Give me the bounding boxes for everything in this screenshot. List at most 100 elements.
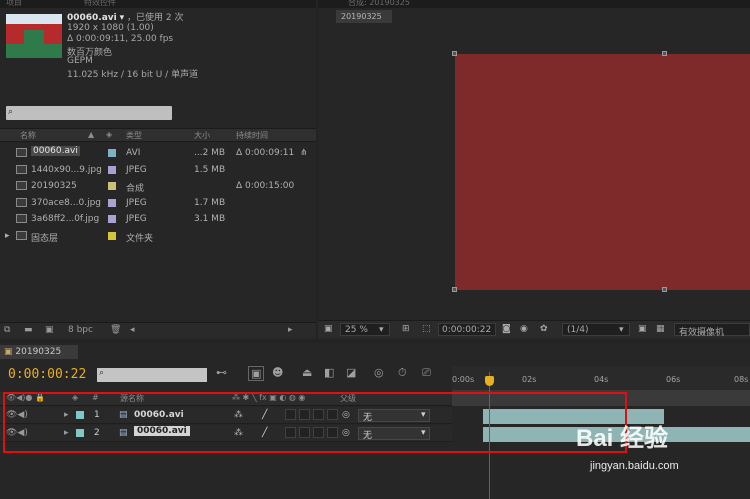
column-duration[interactable]: 持续时间: [236, 130, 268, 141]
red-highlight-box: [3, 392, 627, 453]
ruler-tick-label: 06s: [666, 375, 681, 384]
timeline-tab-label: 20190325: [15, 347, 62, 357]
transparency-grid-icon[interactable]: ▦: [656, 324, 665, 334]
always-preview-icon[interactable]: ▣: [324, 324, 333, 334]
column-size[interactable]: 大小: [194, 130, 210, 141]
hide-shy-layers-icon[interactable]: ☻: [272, 366, 283, 379]
timer-icon[interactable]: ⏱: [398, 366, 407, 380]
file-row[interactable]: 1440x90...9.jpg JPEG 1.5 MB: [0, 162, 316, 178]
project-panel: 项目 特效控件 00060.avi ▾ ，已使用 2 次 1920 x 1080…: [0, 0, 316, 340]
file-name: 固态层: [31, 233, 59, 244]
timeline-comp-tab[interactable]: ▣ 20190325: [0, 345, 78, 359]
selected-file-title: 00060.avi ▾ ，已使用 2 次: [67, 10, 184, 23]
frame-blending-icon[interactable]: ⏏: [302, 366, 312, 379]
file-row[interactable]: 370ace8...0.jpg JPEG 1.7 MB: [0, 195, 316, 211]
camera-dropdown[interactable]: 有效摄像机: [674, 323, 750, 338]
file-row[interactable]: ▸ 固态层 文件夹: [0, 228, 316, 244]
scroll-left-icon[interactable]: ◂: [130, 325, 135, 335]
file-type: JPEG: [126, 164, 147, 175]
label-color-swatch[interactable]: [108, 149, 116, 157]
transform-handle[interactable]: [452, 287, 457, 292]
viewer-timecode[interactable]: 0:00:00:22: [438, 323, 496, 336]
ruler-tick-label: 04s: [594, 375, 609, 384]
region-of-interest-icon[interactable]: ▣: [638, 324, 647, 334]
column-type[interactable]: 类型: [126, 130, 142, 141]
show-snapshot-icon[interactable]: ◉: [520, 324, 528, 334]
scroll-right-icon[interactable]: ▸: [288, 325, 293, 335]
label-color-swatch[interactable]: [108, 182, 116, 190]
file-icon: [16, 148, 27, 157]
file-duration: Δ 0:00:15:00: [236, 181, 295, 191]
scene-photo-placeholder: [455, 54, 750, 290]
label-color-swatch[interactable]: [108, 231, 116, 240]
comp-mini-flowchart-icon[interactable]: ⊷: [216, 366, 227, 379]
ruler-tick-label: 0:00s: [452, 375, 475, 384]
transform-handle[interactable]: [662, 51, 667, 56]
file-row[interactable]: 3a68ff2...0f.jpg JPEG 3.1 MB: [0, 211, 316, 227]
viewer-tab-header[interactable]: 合成: 20190325: [348, 0, 410, 8]
project-column-header: 名称 ▲ ◈ 类型 大小 持续时间: [0, 128, 316, 142]
file-icon: [16, 164, 27, 174]
selected-file-usage: ，已使用 2 次: [127, 13, 184, 23]
file-size: ...2 MB: [194, 148, 226, 158]
motion-blur-icon[interactable]: ◧: [324, 366, 334, 379]
expand-arrow-icon[interactable]: ▸: [5, 231, 10, 241]
zoom-dropdown[interactable]: 25 % ▾: [340, 323, 390, 336]
tab-effect-controls[interactable]: 特效控件: [84, 0, 116, 8]
resolution-dropdown[interactable]: (1/4) ▾: [562, 323, 630, 336]
column-name[interactable]: 名称: [20, 130, 36, 141]
timeline-current-time[interactable]: 0:00:00:22: [8, 367, 86, 382]
label-color-swatch[interactable]: [108, 215, 116, 223]
resolution-value: (1/4): [567, 325, 589, 335]
mask-visibility-icon[interactable]: ⬚: [422, 324, 431, 334]
label-color-swatch[interactable]: [108, 165, 116, 174]
viewer-tab-bar: 合成: 20190325: [318, 0, 750, 8]
transform-handle[interactable]: [452, 51, 457, 56]
tab-project[interactable]: 项目: [6, 0, 22, 8]
timeline-search-input[interactable]: ⌕: [97, 368, 207, 382]
sort-arrow-icon[interactable]: ▲: [88, 130, 94, 139]
composition-frame[interactable]: [455, 54, 750, 290]
file-name: 20190325: [31, 181, 77, 191]
search-icon: ⌕: [8, 107, 14, 117]
time-ruler[interactable]: 0:00s 02s 04s 06s 08s: [452, 366, 750, 390]
chevron-down-icon: ▾: [379, 325, 384, 335]
label-tag-icon[interactable]: ◈: [106, 130, 112, 139]
safe-margins-icon[interactable]: ⊞: [402, 324, 410, 334]
bit-depth-button[interactable]: 8 bpc: [68, 325, 93, 335]
chevron-down-icon[interactable]: ▾: [120, 13, 125, 23]
selected-file-name: 00060.avi: [67, 13, 117, 23]
interpret-footage-icon[interactable]: ⧉: [4, 325, 10, 335]
file-row[interactable]: 00060.avi AVI ...2 MB Δ 0:00:09:11 ⋔: [0, 145, 316, 161]
viewer-timecode-value: 0:00:00:22: [442, 325, 492, 335]
viewer-comp-tab[interactable]: 20190325: [336, 10, 392, 23]
new-folder-icon[interactable]: ▬: [24, 325, 33, 335]
snapshot-camera-icon[interactable]: ◙: [502, 324, 511, 334]
baidu-watermark: Bai 经验 jingyan.baidu.com: [570, 410, 750, 480]
selected-file-dimensions: 1920 x 1080 (1.00): [67, 23, 154, 33]
file-type: JPEG: [126, 214, 147, 224]
graph-editor-icon[interactable]: ◎: [374, 366, 384, 379]
file-name: 3a68ff2...0f.jpg: [31, 214, 100, 224]
playhead-handle[interactable]: [485, 376, 494, 386]
watermark-logo: Bai 经验: [576, 425, 669, 452]
chevron-down-icon: ▾: [619, 325, 624, 335]
draft-3d-icon[interactable]: ▣: [248, 366, 265, 381]
brainstorm-icon[interactable]: ◪: [346, 366, 356, 379]
channel-rgb-icon[interactable]: ✿: [540, 324, 548, 334]
trash-icon[interactable]: 🗑: [110, 325, 121, 335]
file-type: 文件夹: [126, 233, 154, 244]
watermark-url: jingyan.baidu.com: [590, 460, 679, 472]
flowchart-icon[interactable]: ⋔: [300, 148, 308, 158]
file-duration: Δ 0:00:09:11: [236, 148, 295, 158]
folder-icon: [16, 230, 27, 240]
file-row[interactable]: 20190325 合成 Δ 0:00:15:00: [0, 178, 316, 194]
ruler-tick-label: 08s: [734, 375, 749, 384]
new-composition-icon[interactable]: ▣: [45, 325, 54, 335]
selected-file-audio: 11.025 kHz / 16 bit U / 单声道: [67, 70, 199, 80]
file-name: 1440x90...9.jpg: [31, 164, 102, 175]
label-color-swatch[interactable]: [108, 198, 116, 207]
video-camera-icon[interactable]: ⎚: [422, 366, 431, 380]
transform-handle[interactable]: [662, 287, 667, 292]
project-search-input[interactable]: ⌕: [6, 106, 172, 120]
